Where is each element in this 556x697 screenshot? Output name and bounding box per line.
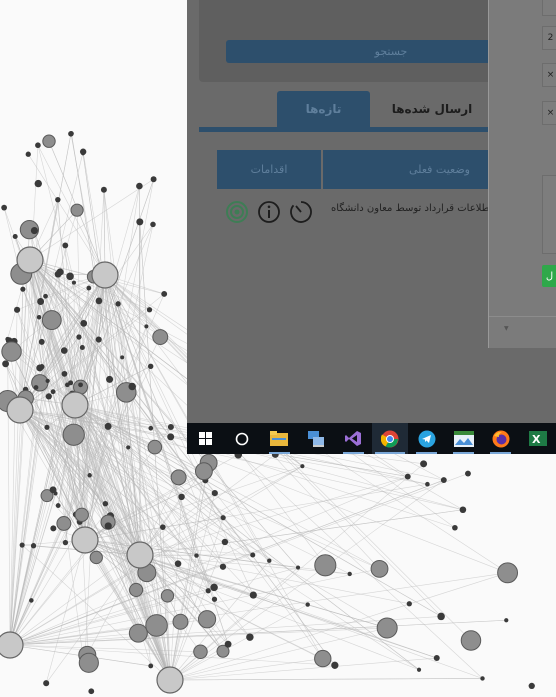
dialog-field-2[interactable]: 2	[542, 26, 556, 50]
dialog-divider	[489, 316, 556, 317]
windows-taskbar: X	[187, 423, 556, 454]
dialog-field-1[interactable]	[542, 0, 556, 16]
search-circle-icon[interactable]	[224, 423, 261, 454]
timer-icon[interactable]	[289, 200, 313, 224]
file-explorer-icon[interactable]	[261, 423, 298, 454]
svg-text:X: X	[532, 433, 541, 446]
dialog-field-4[interactable]: ×	[542, 101, 556, 125]
scroll-down-arrow-icon[interactable]: ▼	[504, 325, 509, 332]
modal-dialog: 2 × × ل ▼	[488, 0, 556, 348]
chrome-icon[interactable]	[371, 423, 409, 454]
network-icon[interactable]	[298, 423, 335, 454]
tab-sent-items[interactable]: ارسال شده‌ها	[377, 91, 487, 127]
dialog-textarea[interactable]	[542, 175, 556, 254]
telegram-icon[interactable]	[408, 423, 445, 454]
dialog-field-3[interactable]: ×	[542, 63, 556, 87]
windows-start-icon[interactable]	[187, 423, 224, 454]
target-icon[interactable]	[225, 200, 249, 224]
dialog-submit-button[interactable]: ل	[542, 265, 556, 287]
table-row-actions	[225, 200, 313, 224]
app-window: جستجو تازه‌ها ارسال شده‌ها اقدامات وضعیت…	[187, 0, 556, 423]
excel-icon[interactable]: X	[519, 423, 556, 454]
column-header-actions: اقدامات	[217, 150, 321, 189]
firefox-icon[interactable]	[482, 423, 519, 454]
photos-icon[interactable]	[445, 423, 482, 454]
tab-new-items[interactable]: تازه‌ها	[277, 91, 370, 127]
visual-studio-icon[interactable]	[335, 423, 372, 454]
info-icon[interactable]	[257, 200, 281, 224]
